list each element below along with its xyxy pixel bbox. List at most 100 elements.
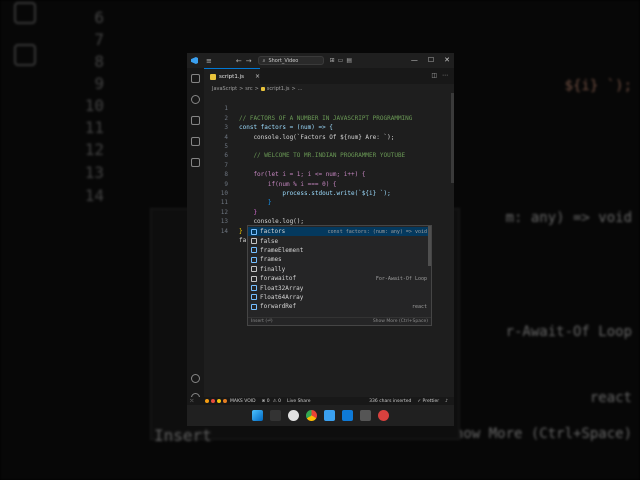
keyword-icon [251, 266, 257, 273]
code-text: fa [239, 237, 247, 244]
suggest-item[interactable]: false [248, 236, 431, 245]
suggest-item[interactable]: finally [248, 265, 431, 274]
code-line: 3 console.log(`Factors Of ${num} Are: `)… [204, 114, 454, 140]
bg-line-number: 10 [84, 96, 104, 115]
variable-icon [251, 285, 257, 292]
code-line: 12 console.log(); [204, 198, 454, 225]
minimize-button[interactable]: — [411, 56, 418, 64]
suggest-item[interactable]: forwardRef react [248, 302, 431, 311]
search-icon: ⌕ [262, 57, 266, 64]
menu-icon[interactable]: ≡ [206, 57, 212, 65]
code-line: 4 [204, 123, 454, 141]
remote-icon[interactable]: ⤫ [190, 398, 194, 404]
recorder-icon[interactable] [378, 410, 389, 421]
command-center-search[interactable]: ⌕ Short_Video [257, 56, 324, 65]
status-dot [217, 399, 221, 403]
suggest-label: forwardRef [260, 303, 297, 311]
code-line: 6 [204, 142, 454, 159]
suggest-item[interactable]: frames [248, 255, 431, 264]
variable-icon [251, 247, 257, 254]
notepad-icon[interactable] [324, 410, 335, 421]
status-dot [211, 399, 215, 403]
status-right: 336 chars inserted ✓ Prettier ♪ [369, 399, 448, 404]
bg-icon [14, 44, 36, 66]
breadcrumb-file[interactable]: script1.js [267, 86, 290, 92]
code-line: 11 } [204, 189, 454, 215]
warnings-count[interactable]: ⚠ 0 [273, 399, 281, 404]
scrollbar[interactable] [451, 93, 454, 183]
code-line: 1 // FACTORS OF A NUMBER IN JAVASCRIPT P… [204, 95, 454, 121]
bg-line-number: 8 [94, 52, 104, 71]
breadcrumb-lang[interactable]: JavaScript [212, 86, 237, 92]
project-label[interactable]: MAKS VOID [230, 399, 256, 404]
close-window-button[interactable]: ✕ [444, 56, 450, 64]
vscode-taskbar-icon[interactable] [342, 410, 353, 421]
tab-label: script1.js [219, 73, 244, 80]
suggest-item[interactable]: forawaitof For-Await-Of Loop [248, 274, 431, 283]
editor-actions: ◫ ⋯ [431, 72, 448, 79]
media-player-icon[interactable] [288, 410, 299, 421]
activity-bar [187, 68, 204, 402]
suggest-item[interactable]: Float64Array [248, 293, 431, 302]
suggest-label: frameElement [260, 246, 304, 254]
split-editor-icon[interactable]: ◫ [431, 72, 437, 79]
layout-buttons: ⊞ ▭ ▤ [330, 57, 352, 64]
code-line: 8 if(num % i === 0) { [204, 161, 454, 187]
suggest-label: false [260, 237, 279, 245]
bg-text: Insert [154, 426, 212, 445]
bg-line-number: 13 [84, 163, 104, 182]
suggest-detail: For-Await-Of Loop [375, 275, 427, 282]
start-icon[interactable] [252, 410, 263, 421]
snippet-icon [251, 275, 257, 282]
suggest-item[interactable]: frameElement [248, 246, 431, 255]
bg-text: r-Await-Of Loop [505, 324, 632, 340]
tab-close-icon[interactable]: × [255, 73, 260, 80]
prettier-status[interactable]: ✓ Prettier [417, 399, 439, 404]
suggest-scrollbar[interactable] [428, 226, 431, 266]
search-text: Short_Video [268, 57, 299, 64]
errors-count[interactable]: ⊗ 0 [262, 399, 270, 404]
taskview-icon[interactable] [270, 410, 281, 421]
live-share-button[interactable]: Live Share [287, 399, 311, 404]
more-actions-icon[interactable]: ⋯ [442, 72, 448, 79]
bg-line-number: 12 [84, 140, 104, 159]
variable-icon [251, 294, 257, 301]
bg-line-number: 9 [94, 74, 104, 93]
forward-button[interactable]: → [246, 57, 252, 65]
copilot-icon[interactable]: ⊞ [330, 57, 335, 64]
taskbar [187, 405, 454, 426]
suggest-label: forawaitof [260, 275, 297, 283]
chars-inserted[interactable]: 336 chars inserted [369, 399, 411, 404]
tab-script1[interactable]: script1.js × [204, 68, 260, 84]
suggest-item[interactable]: Float32Array [248, 283, 431, 292]
variable-icon [251, 303, 257, 310]
suggest-label: finally [260, 265, 286, 273]
javascript-file-icon [260, 87, 265, 91]
terminal-icon[interactable] [360, 410, 371, 421]
code-line: 5 // WELCOME TO MR.INDIAN PROGRAMMER YOU… [204, 133, 454, 159]
vscode-logo-icon [191, 57, 198, 64]
bg-text: m: any) => void [505, 210, 632, 226]
breadcrumb-item[interactable]: ... [298, 86, 303, 92]
back-button[interactable]: ← [236, 57, 242, 65]
panel-icon[interactable]: ▤ [346, 57, 352, 64]
bell-icon[interactable]: ♪ [445, 399, 448, 404]
maximize-button[interactable]: ☐ [428, 56, 434, 64]
show-more-hint[interactable]: Show More (Ctrl+Space) [373, 319, 428, 324]
search-activity-icon[interactable] [191, 95, 200, 104]
chrome-icon[interactable] [306, 410, 317, 421]
suggest-label: Float64Array [260, 293, 304, 301]
bg-icon [14, 2, 36, 24]
layout-icon[interactable]: ▭ [338, 57, 344, 64]
breadcrumb-separator: > [254, 86, 259, 92]
breadcrumb-folder[interactable]: src [245, 86, 252, 92]
run-debug-icon[interactable] [191, 137, 200, 146]
extensions-icon[interactable] [191, 158, 200, 167]
suggest-item[interactable]: factors const factors: (num: any) => voi… [248, 227, 431, 237]
suggest-detail: const factors: (num: any) => void [327, 228, 427, 235]
account-icon[interactable] [191, 374, 200, 383]
explorer-icon[interactable] [191, 74, 200, 83]
source-control-icon[interactable] [191, 116, 200, 125]
status-dot [205, 399, 209, 403]
code-line: 13 } [204, 208, 454, 234]
